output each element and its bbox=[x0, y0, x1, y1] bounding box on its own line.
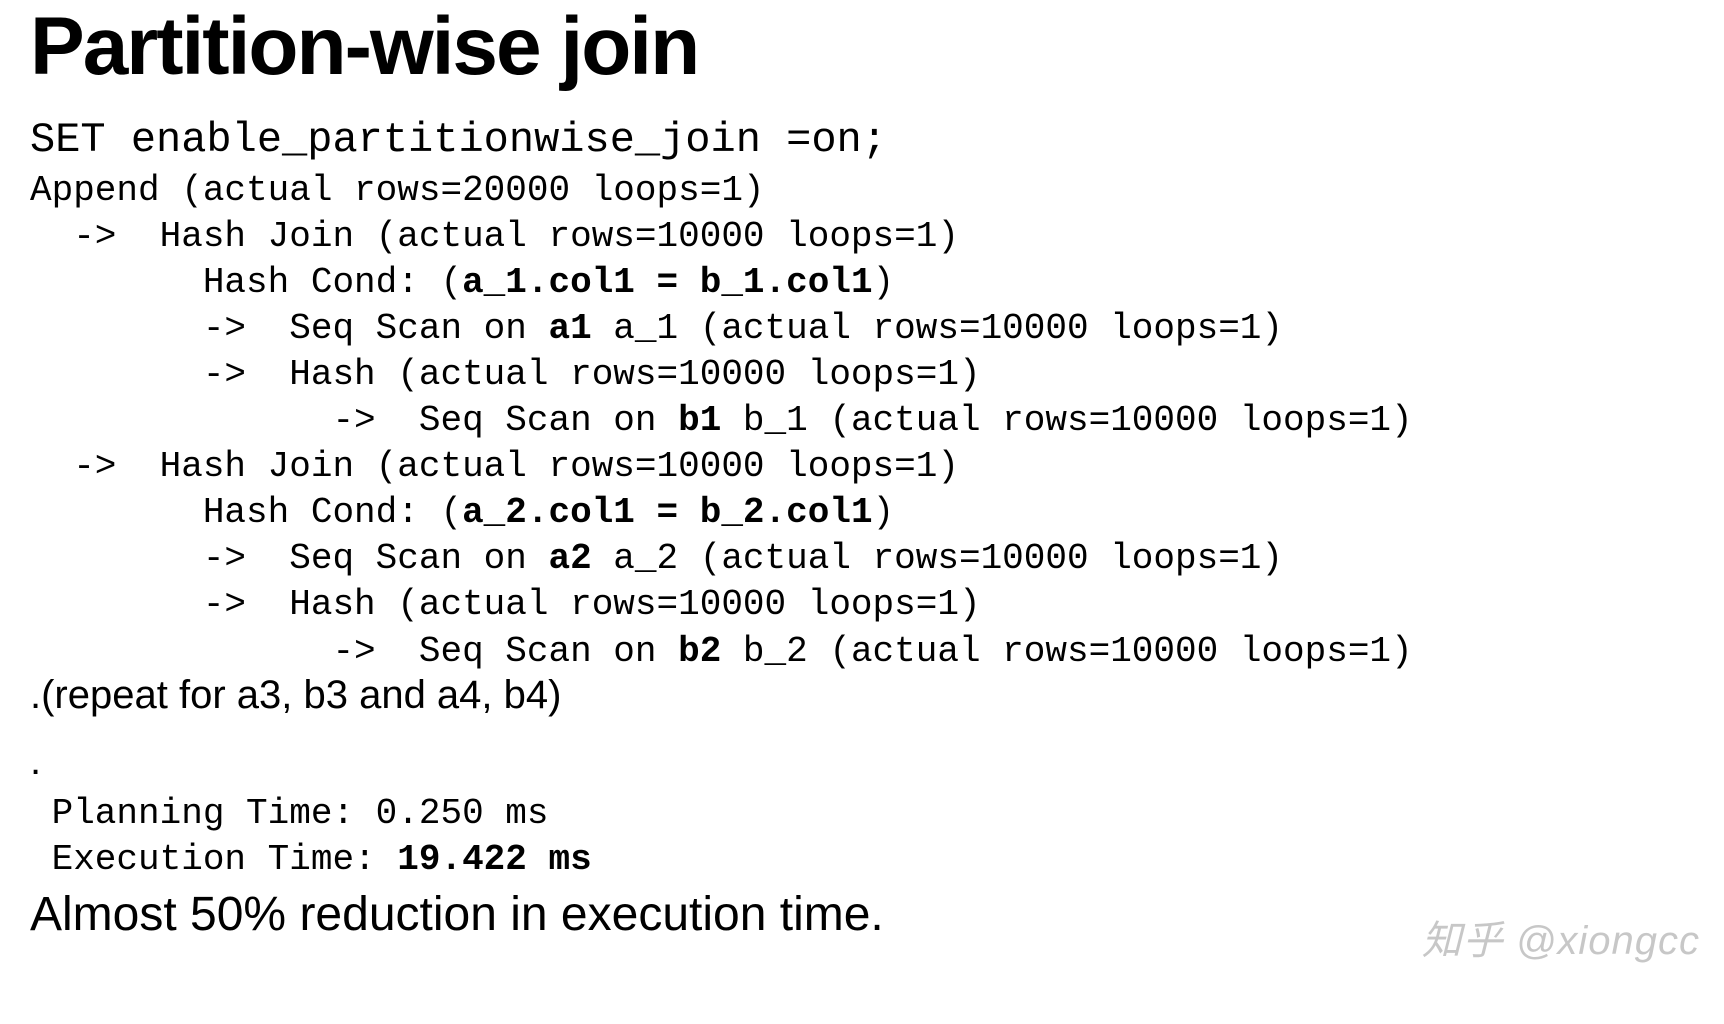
hashcond-1-post: ) bbox=[873, 262, 895, 303]
seqscan-b1-bold: b1 bbox=[678, 400, 721, 441]
plan-seqscan-b1: -> Seq Scan on b1 b_1 (actual rows=10000… bbox=[30, 398, 1694, 444]
plan-hashcond-1: Hash Cond: (a_1.col1 = b_1.col1) bbox=[30, 260, 1694, 306]
seqscan-a1-post: a_1 (actual rows=10000 loops=1) bbox=[592, 308, 1283, 349]
plan-hashcond-2: Hash Cond: (a_2.col1 = b_2.col1) bbox=[30, 490, 1694, 536]
seqscan-b2-pre: -> Seq Scan on bbox=[30, 631, 678, 672]
seqscan-b1-post: b_1 (actual rows=10000 loops=1) bbox=[721, 400, 1412, 441]
hashcond-1-bold: a_1.col1 = b_1.col1 bbox=[462, 262, 872, 303]
watermark: 知乎 @xiongcc bbox=[1422, 908, 1700, 966]
planning-time: Planning Time: 0.250 ms bbox=[30, 791, 1694, 837]
plan-seqscan-a2: -> Seq Scan on a2 a_2 (actual rows=10000… bbox=[30, 536, 1694, 582]
seqscan-b2-post: b_2 (actual rows=10000 loops=1) bbox=[721, 631, 1412, 672]
set-statement: SET enable_partitionwise_join =on; bbox=[30, 114, 1694, 168]
plan-hashjoin-2: -> Hash Join (actual rows=10000 loops=1) bbox=[30, 444, 1694, 490]
seqscan-a1-pre: -> Seq Scan on bbox=[30, 308, 548, 349]
seqscan-a1-bold: a1 bbox=[548, 308, 591, 349]
execution-time-bold: 19.422 ms bbox=[397, 839, 591, 880]
hashcond-2-pre: Hash Cond: ( bbox=[30, 492, 462, 533]
plan-seqscan-a1: -> Seq Scan on a1 a_1 (actual rows=10000… bbox=[30, 306, 1694, 352]
repeat-note: .(repeat for a3, b3 and a4, b4) bbox=[30, 671, 1694, 719]
seqscan-a2-pre: -> Seq Scan on bbox=[30, 538, 548, 579]
slide-title: Partition-wise join bbox=[30, 0, 1694, 94]
hashcond-2-post: ) bbox=[873, 492, 895, 533]
hashcond-2-bold: a_2.col1 = b_2.col1 bbox=[462, 492, 872, 533]
dot-line: . bbox=[30, 737, 1694, 785]
seqscan-a2-post: a_2 (actual rows=10000 loops=1) bbox=[592, 538, 1283, 579]
seqscan-b2-bold: b2 bbox=[678, 631, 721, 672]
plan-hash-2: -> Hash (actual rows=10000 loops=1) bbox=[30, 582, 1694, 628]
execution-time: Execution Time: 19.422 ms bbox=[30, 837, 1694, 883]
plan-seqscan-b2: -> Seq Scan on b2 b_2 (actual rows=10000… bbox=[30, 629, 1694, 675]
execution-time-pre: Execution Time: bbox=[30, 839, 397, 880]
seqscan-b1-pre: -> Seq Scan on bbox=[30, 400, 678, 441]
seqscan-a2-bold: a2 bbox=[548, 538, 591, 579]
plan-hash-1: -> Hash (actual rows=10000 loops=1) bbox=[30, 352, 1694, 398]
plan-append: Append (actual rows=20000 loops=1) bbox=[30, 168, 1694, 214]
hashcond-1-pre: Hash Cond: ( bbox=[30, 262, 462, 303]
plan-hashjoin-1: -> Hash Join (actual rows=10000 loops=1) bbox=[30, 214, 1694, 260]
